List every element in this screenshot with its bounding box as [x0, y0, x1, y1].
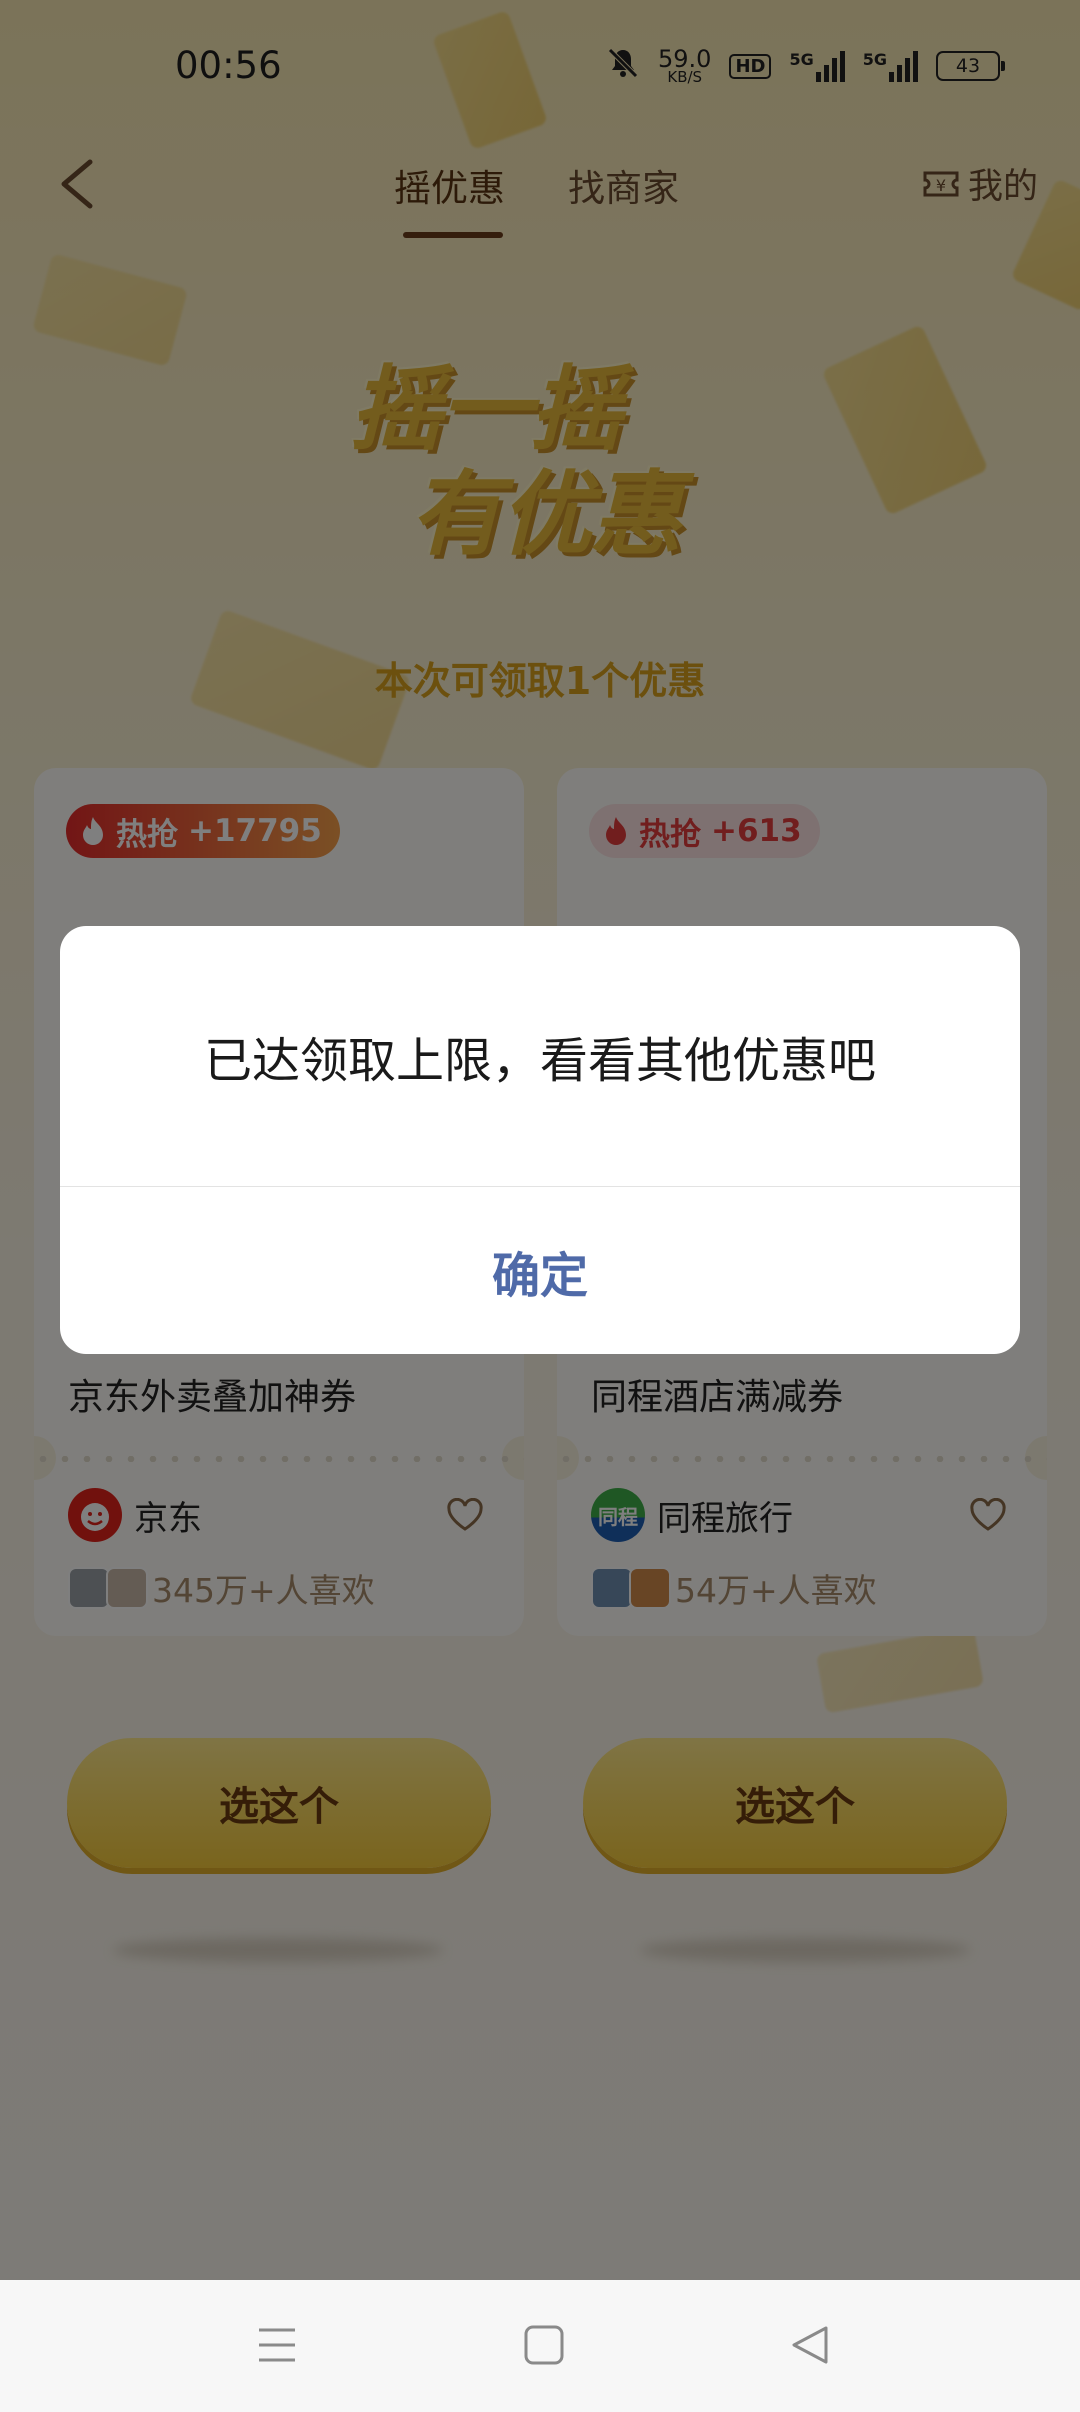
limit-reached-dialog: 已达领取上限，看看其他优惠吧 确定 — [60, 926, 1020, 1354]
dialog-message: 已达领取上限，看看其他优惠吧 — [203, 1033, 876, 1089]
back-triangle-icon[interactable] — [788, 2320, 832, 2374]
shake-coupon-screen: 00:56 59.0 KB/S HD 5G 5G 43 摇优惠 — [0, 0, 1080, 2280]
system-nav-bar — [0, 2280, 1080, 2412]
home-icon[interactable] — [523, 2320, 565, 2374]
confirm-button[interactable]: 确定 — [60, 1187, 1020, 1354]
menu-icon[interactable] — [257, 2320, 297, 2374]
